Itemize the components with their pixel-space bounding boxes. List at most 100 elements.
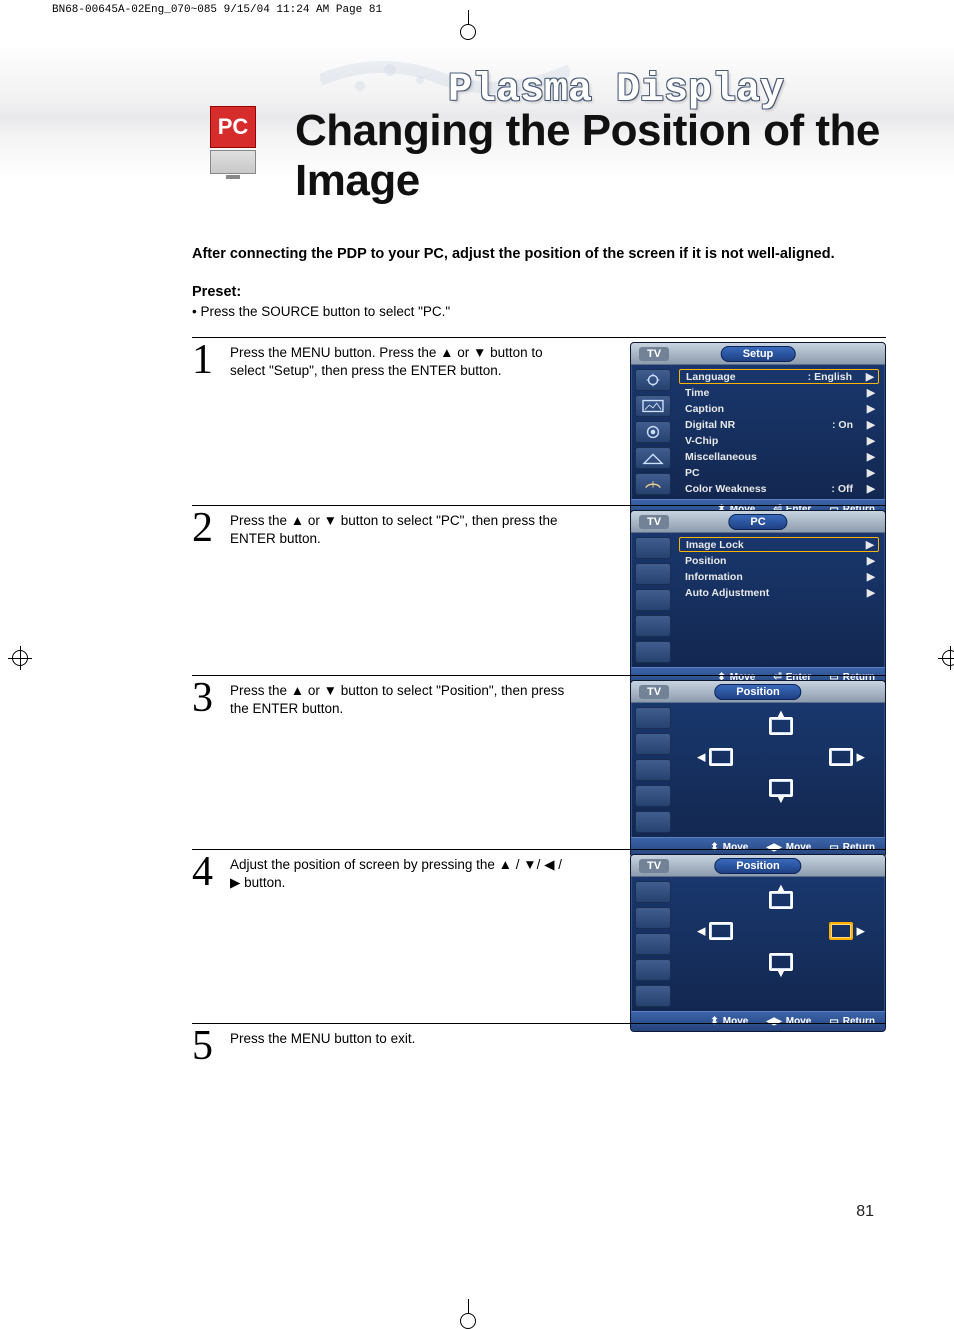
step-number: 3	[192, 680, 224, 716]
osd-titlebar: TV Position	[631, 681, 885, 703]
osd-setup-icon	[635, 641, 671, 663]
osd-channel-icon	[635, 615, 671, 637]
page-number: 81	[856, 1203, 874, 1221]
osd-input-icon	[635, 369, 671, 391]
chevron-right-icon: ▶	[865, 571, 875, 583]
menu-item-vchip[interactable]: V-Chip▶	[679, 433, 879, 448]
steps-list: 1 Press the MENU button. Press the ▲ or …	[192, 337, 886, 1064]
pad-down[interactable]	[769, 953, 793, 971]
osd-channel-icon	[635, 959, 671, 981]
pad-left[interactable]	[709, 748, 733, 766]
pc-badge-label: PC	[210, 106, 256, 148]
menu-item-auto-adjustment[interactable]: Auto Adjustment▶	[679, 585, 879, 600]
menu-item-color-weakness[interactable]: Color Weakness: Off▶	[679, 481, 879, 496]
step-number: 5	[192, 1028, 224, 1064]
pad-up[interactable]	[769, 891, 793, 909]
step-5: 5 Press the MENU button to exit.	[192, 1023, 886, 1064]
osd-input-icon	[635, 707, 671, 729]
chevron-right-icon: ▶	[865, 419, 875, 431]
menu-item-pc[interactable]: PC▶	[679, 465, 879, 480]
step-text: Press the MENU button. Press the ▲ or ▼ …	[230, 342, 575, 380]
chevron-right-icon: ▶	[865, 403, 875, 415]
pad-up[interactable]	[769, 717, 793, 735]
print-header: BN68-00645A-02Eng_070~085 9/15/04 11:24 …	[0, 0, 954, 16]
osd-position-panel-2: TV Position ▲ ▼	[630, 854, 886, 1032]
arrow-left-icon: ◀	[697, 925, 705, 938]
osd-title: Position	[714, 858, 801, 874]
osd-sound-icon	[635, 933, 671, 955]
register-mark-bottom	[460, 1299, 469, 1313]
osd-side-icons	[631, 365, 677, 499]
step-2: 2 Press the ▲ or ▼ button to select "PC"…	[192, 505, 886, 675]
arrow-left-icon: ◀	[697, 751, 705, 764]
osd-picture-icon	[635, 907, 671, 929]
page-title: Changing the Position of the Image	[295, 106, 954, 206]
chevron-right-icon: ▶	[865, 451, 875, 463]
pc-badge: PC	[210, 106, 260, 174]
osd-setup-icon	[635, 811, 671, 833]
osd-title: Setup	[721, 346, 796, 362]
step-3: 3 Press the ▲ or ▼ button to select "Pos…	[192, 675, 886, 849]
step-text: Press the ▲ or ▼ button to select "Posit…	[230, 680, 575, 718]
chevron-right-icon: ▶	[865, 435, 875, 447]
arrow-right-icon: ▶	[857, 751, 865, 764]
step-number: 1	[192, 342, 224, 378]
osd-tv-badge: TV	[639, 515, 669, 529]
osd-title: Position	[714, 684, 801, 700]
osd-picture-icon	[635, 563, 671, 585]
pad-left[interactable]	[709, 922, 733, 940]
chevron-right-icon: ▶	[865, 467, 875, 479]
osd-input-icon	[635, 537, 671, 559]
menu-item-caption[interactable]: Caption▶	[679, 401, 879, 416]
chevron-right-icon: ▶	[864, 539, 874, 551]
osd-picture-icon	[635, 395, 671, 417]
chevron-right-icon: ▶	[865, 387, 875, 399]
preset-label: Preset:	[192, 284, 886, 300]
pad-right[interactable]	[829, 748, 853, 766]
osd-channel-icon	[635, 447, 671, 469]
osd-menu-list: Language : English ▶ Time▶ Caption▶ Digi…	[677, 365, 885, 499]
osd-tv-badge: TV	[639, 859, 669, 873]
pad-down[interactable]	[769, 779, 793, 797]
osd-setup-icon	[635, 985, 671, 1007]
osd-tv-badge: TV	[639, 685, 669, 699]
position-pad: ▲ ▼ ◀ ▶	[677, 703, 885, 811]
menu-item-language[interactable]: Language : English ▶	[679, 369, 879, 384]
chevron-right-icon: ▶	[864, 371, 874, 383]
osd-channel-icon	[635, 785, 671, 807]
osd-title: PC	[728, 514, 787, 530]
osd-titlebar: TV PC	[631, 511, 885, 533]
osd-input-icon	[635, 881, 671, 903]
pad-right-selected[interactable]	[829, 922, 853, 940]
osd-menu-list: Image Lock▶ Position▶ Information▶ Auto …	[677, 533, 885, 667]
menu-item-position[interactable]: Position▶	[679, 553, 879, 568]
chevron-right-icon: ▶	[865, 483, 875, 495]
osd-sound-icon	[635, 589, 671, 611]
menu-item-misc[interactable]: Miscellaneous▶	[679, 449, 879, 464]
menu-item-digital-nr[interactable]: Digital NR: On▶	[679, 417, 879, 432]
osd-titlebar: TV Setup	[631, 343, 885, 365]
header-band: PC Plasma Display Changing the Position …	[0, 46, 954, 176]
osd-picture-icon	[635, 733, 671, 755]
osd-side-icons	[631, 533, 677, 667]
osd-side-icons	[631, 703, 677, 837]
menu-item-information[interactable]: Information▶	[679, 569, 879, 584]
menu-item-image-lock[interactable]: Image Lock▶	[679, 537, 879, 552]
arrow-right-icon: ▶	[857, 925, 865, 938]
osd-setup-icon	[635, 473, 671, 495]
step-4: 4 Adjust the position of screen by press…	[192, 849, 886, 1023]
step-1: 1 Press the MENU button. Press the ▲ or …	[192, 337, 886, 505]
intro-text: After connecting the PDP to your PC, adj…	[192, 246, 886, 262]
osd-setup-panel: TV Setup Language	[630, 342, 886, 520]
osd-position-panel: TV Position ▲ ▼	[630, 680, 886, 858]
osd-pc-panel: TV PC Image Lock▶ Positi	[630, 510, 886, 688]
osd-tv-badge: TV	[639, 347, 669, 361]
menu-item-time[interactable]: Time▶	[679, 385, 879, 400]
preset-instruction: Press the SOURCE button to select "PC."	[192, 304, 886, 319]
chevron-right-icon: ▶	[865, 587, 875, 599]
position-pad: ▲ ▼ ◀ ▶	[677, 877, 885, 985]
step-text: Press the ▲ or ▼ button to select "PC", …	[230, 510, 575, 548]
step-number: 4	[192, 854, 224, 890]
osd-sound-icon	[635, 759, 671, 781]
pc-monitor-icon	[210, 150, 256, 174]
